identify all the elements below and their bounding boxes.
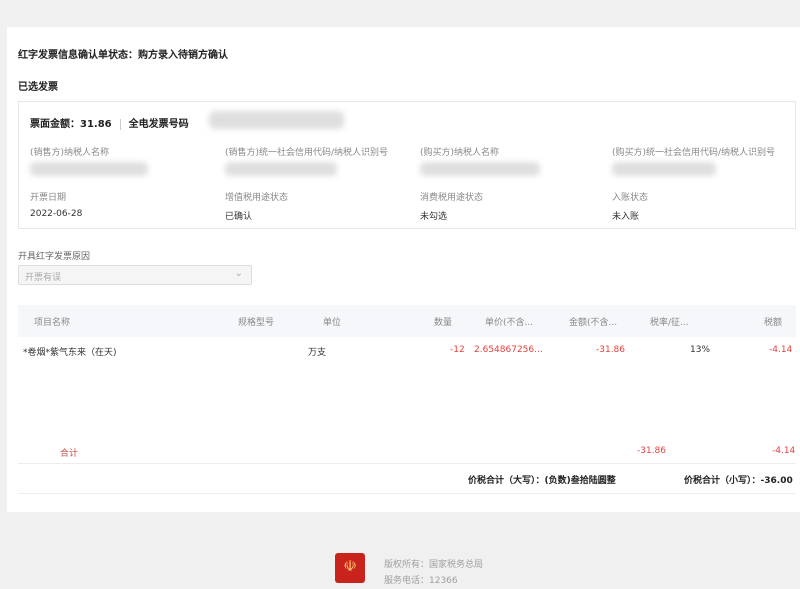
table-header: 项目名称 规格型号 单位 数量 单价(不含... 金额(不含... 税率/征..… [18, 305, 796, 337]
item-rate: 13% [690, 345, 711, 355]
invoice-number-redacted [209, 111, 344, 129]
seller-name-redacted [30, 162, 148, 176]
column-header-qty: 数量 [434, 318, 453, 328]
entry-status-label: 入账状态 [612, 193, 649, 203]
selected-invoice-title: 已选发票 [18, 82, 58, 93]
footer-phone: 服务电话：12366 [384, 576, 458, 586]
buyer-id-redacted [612, 162, 716, 176]
column-header-rate: 税率/征... [650, 318, 689, 328]
column-header-unit: 单位 [323, 318, 342, 328]
total-lowercase: 价税合计（小写）：-36.00 [684, 473, 793, 486]
confirmation-status: 红字发票信息确认单状态：购方录入待销方确认 [18, 46, 228, 61]
reason-label: 开具红字发票原因 [18, 252, 91, 262]
column-header-amount: 金额(不含... [569, 318, 618, 328]
amount-value: 31.86 [80, 119, 112, 130]
divider [119, 118, 121, 130]
invoice-info-box: 票面金额：31.86 全电发票号码 (销售方)纳税人名称 (销售方)统一社会信用代… [18, 101, 796, 229]
item-price: 2.654867256... [474, 345, 543, 355]
seller-id-label: (销售方)统一社会信用代码/纳税人识别号 [225, 148, 389, 158]
sum-tax: -4.14 [772, 446, 796, 456]
confirmation-card: 红字发票信息确认单状态：购方录入待销方确认 已选发票 票面金额：31.86 全电发… [7, 27, 800, 512]
divider [18, 463, 796, 464]
buyer-id-label: (购买方)统一社会信用代码/纳税人识别号 [612, 148, 776, 158]
column-header-name: 项目名称 [34, 318, 71, 328]
seller-id-redacted [225, 162, 337, 176]
date-value: 2022-06-28 [30, 209, 83, 219]
seller-name-label: (销售方)纳税人名称 [30, 148, 110, 158]
status-value: 购方录入待销方确认 [138, 50, 228, 61]
item-qty: -12 [450, 345, 465, 355]
column-header-spec: 规格型号 [238, 318, 275, 328]
footer-copyright: 版权所有：国家税务总局 [384, 560, 484, 570]
invoice-amount-row: 票面金额：31.86 全电发票号码 [30, 115, 189, 130]
consumption-status-label: 消费税用途状态 [420, 193, 484, 203]
column-header-tax: 税额 [764, 318, 783, 328]
tax-emblem-icon: ☫ [343, 557, 357, 575]
consumption-status-value: 未勾选 [420, 212, 448, 222]
tax-bureau-logo: ☫ [335, 553, 365, 583]
item-tax: -4.14 [769, 345, 793, 355]
status-label: 红字发票信息确认单状态： [18, 50, 138, 61]
reason-select[interactable]: 开票有误 ⌄ [18, 265, 252, 285]
date-label: 开票日期 [30, 193, 67, 203]
total-uppercase-value: (负数)叁拾陆圆整 [544, 476, 616, 486]
invoice-number-label: 全电发票号码 [128, 119, 189, 130]
buyer-name-label: (购买方)纳税人名称 [420, 148, 500, 158]
vat-status-value: 已确认 [225, 212, 253, 222]
buyer-name-redacted [420, 162, 540, 176]
reason-selected-value: 开票有误 [25, 273, 62, 283]
total-uppercase: 价税合计（大写）：(负数)叁拾陆圆整 [468, 473, 616, 486]
item-amount: -31.86 [596, 345, 626, 355]
sum-label: 合计 [60, 449, 79, 459]
total-lowercase-label: 价税合计（小写）： [684, 476, 761, 486]
chevron-down-icon: ⌄ [234, 268, 243, 279]
item-unit: 万支 [308, 348, 327, 358]
sum-amount: -31.86 [637, 446, 667, 456]
total-uppercase-label: 价税合计（大写）： [468, 476, 545, 486]
entry-status-value: 未入账 [612, 212, 640, 222]
column-header-price: 单价(不含... [485, 318, 534, 328]
vat-status-label: 增值税用途状态 [225, 193, 289, 203]
item-name: *卷烟*紫气东来（在天) [23, 348, 117, 358]
total-lowercase-value: -36.00 [760, 476, 793, 486]
amount-label: 票面金额： [30, 119, 80, 130]
divider [18, 493, 796, 494]
